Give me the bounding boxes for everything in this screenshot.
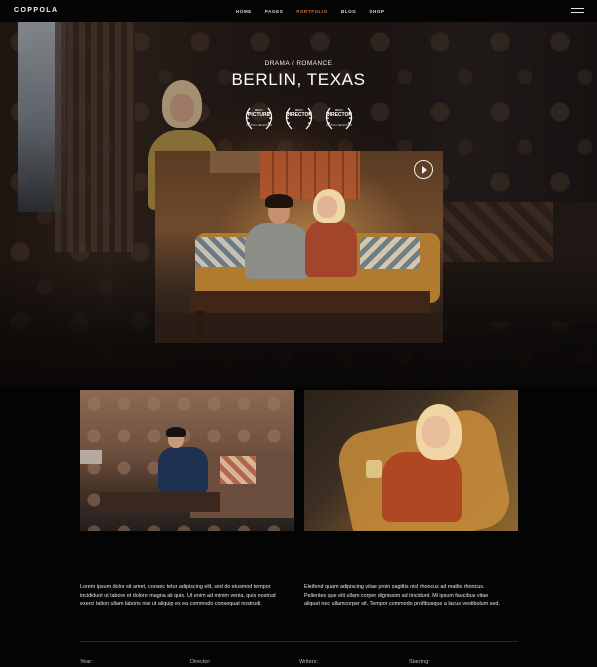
meta-writers-label: Writers: [299,659,318,665]
award-1-main: PICTURE [248,112,270,118]
top-bar: COPPOLA HOME PAGES PORTFOLIO BLOG SHOP [0,0,597,22]
hero-genre: DRAMA / ROMANCE [264,60,333,67]
divider [80,641,518,642]
description-left: Lorem ipsum dolor sit amet, consec tetur… [80,584,276,607]
award-laurel-2: BEST DIRECTOR [284,104,314,132]
gallery-image-1[interactable] [80,390,294,531]
award-3-main: DIRECTOR [325,112,353,118]
site-logo[interactable]: COPPOLA [14,7,58,14]
nav-item-shop[interactable]: SHOP [369,9,384,14]
nav-item-home[interactable]: HOME [236,9,252,14]
main-nav: HOME PAGES PORTFOLIO BLOG SHOP [236,9,385,14]
award-2-main: DIRECTOR [285,112,313,118]
nav-item-pages[interactable]: PAGES [265,9,283,14]
award-laurel-3: BEST DIRECTOR OFFICIAL SELECTION [324,104,354,132]
gallery-image-2[interactable] [304,390,518,531]
description-right: Eleifend quam adipiscing vitae proin sag… [304,584,500,607]
award-laurel-1: BEST PICTURE OFFICIAL SELECTION [244,104,274,132]
featured-video-still[interactable] [155,151,443,343]
award-1-foot: OFFICIAL SELECTION [245,124,273,127]
award-3-foot: OFFICIAL SELECTION [325,124,353,127]
meta-director-label: Director: [190,659,211,665]
nav-item-blog[interactable]: BLOG [341,9,356,14]
awards-row: BEST PICTURE OFFICIAL SELECTION BEST DIR… [244,104,354,134]
meta-starring-label: Starring: [409,659,430,665]
hamburger-icon[interactable] [571,8,584,13]
nav-item-portfolio[interactable]: PORTFOLIO [296,9,328,14]
meta-year-label: Year: [80,659,93,665]
hero-title: BERLIN, TEXAS [231,70,366,89]
play-icon[interactable] [414,160,433,179]
